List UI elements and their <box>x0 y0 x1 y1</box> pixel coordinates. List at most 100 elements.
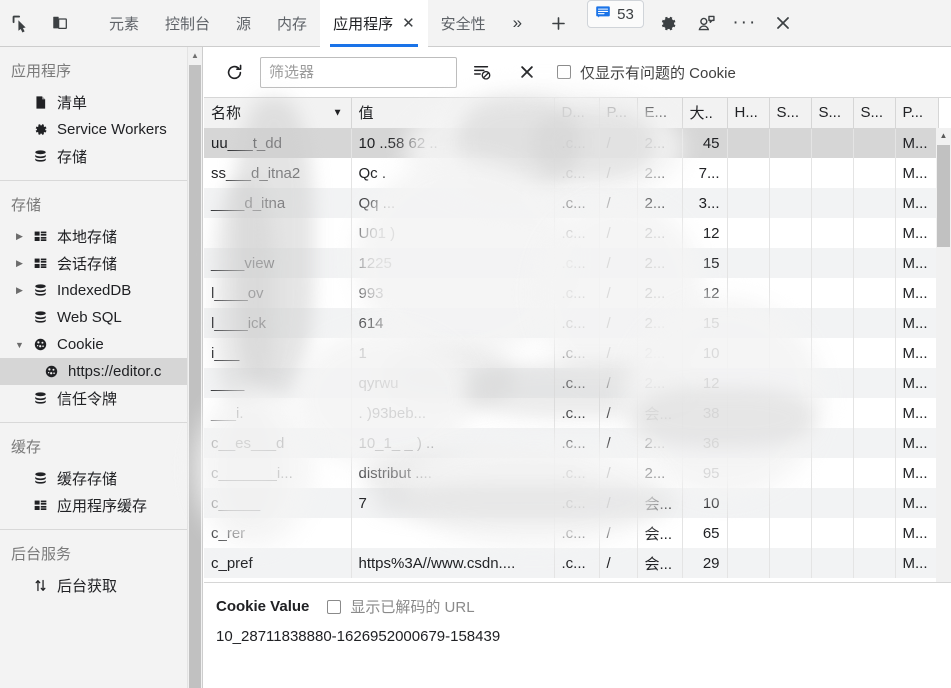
new-tab-button[interactable] <box>536 0 581 46</box>
cell-secure <box>769 278 812 308</box>
preview-header: Cookie Value 显示已解码的 URL <box>216 596 951 617</box>
cell-httponly <box>727 128 770 158</box>
close-devtools-icon[interactable] <box>764 14 802 32</box>
only-issues-checkbox-row[interactable]: 仅显示有问题的 Cookie <box>557 62 736 83</box>
column-header-value[interactable]: 值 <box>351 98 555 129</box>
cookies-table-container: 名称 ▼ 值 D... P... E... 大.. H... S... S... S... P... … <box>204 98 951 629</box>
show-decoded-url-row[interactable]: 显示已解码的 URL <box>327 596 475 617</box>
application-sidebar[interactable]: 应用程序 清单 Service Workers 存储 存储 ▶ 本地存储 ▶ 会话存储 ▶ Inde… <box>0 47 203 688</box>
sidebar-item-service-workers[interactable]: Service Workers <box>0 116 202 143</box>
sidebar-item-https-editor-c[interactable]: https://editor.c <box>0 358 202 385</box>
chevron-down-icon[interactable]: ▼ <box>11 340 28 350</box>
only-issues-checkbox[interactable] <box>557 65 571 79</box>
tab-application[interactable]: 应用程序 ✕ <box>320 0 428 47</box>
cell-sameparty <box>853 158 896 188</box>
column-header-httponly[interactable]: H... <box>727 98 770 129</box>
table-row[interactable]: c__es___d 10_1_ _ ) .. .c.../2... 36 M... <box>204 428 939 458</box>
sidebar-item-[interactable]: 清单 <box>0 89 202 116</box>
cell-name: ____d_itna <box>204 188 352 218</box>
table-row[interactable]: c_pref https%3A//www.csdn.... .c... / 会... 29… <box>204 548 939 578</box>
column-header-secure[interactable]: S... <box>769 98 812 129</box>
column-header-path[interactable]: P... <box>599 98 638 129</box>
sidebar-item-[interactable]: ▶ 会话存储 <box>0 250 202 277</box>
tab-elements[interactable]: 元素 <box>96 0 152 47</box>
column-header-priority[interactable]: P... <box>895 98 939 129</box>
more-options-icon[interactable]: ··· <box>726 13 764 33</box>
table-row[interactable]: uu___t_dd 10 ..58 62 .. .c.../2... 45 M... <box>204 128 939 158</box>
table-row[interactable]: ____ qyrwu .c.../2... 12 M... <box>204 368 939 398</box>
cell-httponly <box>727 248 770 278</box>
tab-label: 控制台 <box>165 16 211 33</box>
sidebar-item-indexeddb[interactable]: ▶ IndexedDB <box>0 277 202 304</box>
tab-security[interactable]: 安全性 <box>428 0 499 47</box>
chevron-right-icon[interactable]: ▶ <box>11 231 28 242</box>
clear-cookies-icon[interactable] <box>467 57 497 87</box>
feedback-icon[interactable] <box>688 14 726 33</box>
cell-path: / <box>599 338 638 368</box>
tab-memory[interactable]: 内存 <box>264 0 320 47</box>
more-tabs-icon[interactable]: » <box>499 0 536 46</box>
cell-value <box>351 518 555 548</box>
device-toolbar-icon[interactable] <box>40 0 80 46</box>
sidebar-item-[interactable]: 应用程序缓存 <box>0 492 202 519</box>
tab-sources[interactable]: 源 <box>223 0 264 47</box>
scroll-up-arrow[interactable]: ▲ <box>936 128 951 143</box>
cell-domain: .c... <box>554 488 600 518</box>
column-header-samesite[interactable]: S... <box>811 98 854 129</box>
cookies-panel: 仅显示有问题的 Cookie 名称 ▼ 值 D... P... E... 大.. H... S.… <box>204 47 951 688</box>
column-header-label: S... <box>818 104 842 122</box>
sidebar-scrollbar[interactable]: ▲ <box>187 47 202 688</box>
column-header-expires[interactable]: E... <box>637 98 683 129</box>
column-header-domain[interactable]: D... <box>554 98 600 129</box>
sidebar-item-[interactable]: 后台获取 <box>0 572 202 599</box>
sort-descending-icon[interactable]: ▼ <box>333 107 343 118</box>
column-header-sameparty[interactable]: S... <box>853 98 896 129</box>
cell-domain: .c... <box>554 428 600 458</box>
clear-filter-icon[interactable] <box>511 57 543 87</box>
cell-priority: M... <box>895 428 939 458</box>
filter-input[interactable] <box>260 56 457 88</box>
table-row[interactable]: l____ick 614 .c.../2... 15 M... <box>204 308 939 338</box>
message-count-badge[interactable]: 53 <box>587 0 644 28</box>
table-scrollbar[interactable]: ▲ ▼ <box>936 128 951 629</box>
tab-console[interactable]: 控制台 <box>152 0 223 47</box>
only-issues-label: 仅显示有问题的 Cookie <box>580 64 736 82</box>
table-row[interactable]: i___ 1 .c.../2... 10 M... <box>204 338 939 368</box>
table-row[interactable]: l____ov 993 .c.../2... 12 M... <box>204 278 939 308</box>
chevron-right-icon[interactable]: ▶ <box>11 285 28 296</box>
cell-priority: M... <box>895 458 939 488</box>
scroll-up-arrow[interactable]: ▲ <box>188 47 202 63</box>
sidebar-item-web-sql[interactable]: Web SQL <box>0 304 202 331</box>
chevron-right-icon[interactable]: ▶ <box>11 258 28 269</box>
table-row[interactable]: ___i.. )93beb... .c... / 会... 38 M... <box>204 398 939 428</box>
tab-close-icon[interactable]: ✕ <box>402 16 415 31</box>
cell-expires: 2... <box>637 248 683 278</box>
column-header-name[interactable]: 名称 ▼ <box>204 98 352 129</box>
table-row[interactable]: U01 ) .c.../2... 12 M... <box>204 218 939 248</box>
sidebar-item-cookie[interactable]: ▼ Cookie <box>0 331 202 358</box>
sidebar-scrollbar-thumb[interactable] <box>189 65 201 688</box>
inspect-element-icon[interactable] <box>0 0 40 46</box>
table-row[interactable]: ____d_itna Qq ... .c.../2... 3... M... <box>204 188 939 218</box>
sidebar-item-[interactable]: 信任令牌 <box>0 385 202 412</box>
sidebar-group-title: 缓存 <box>11 439 42 456</box>
show-decoded-checkbox[interactable] <box>327 599 342 614</box>
table-row[interactable]: ss___d_itna2 Qc . .c.../2... 7... M... <box>204 158 939 188</box>
table-row[interactable]: c_______i... distribut .... .c.../2... 95 M.… <box>204 458 939 488</box>
table-row[interactable]: c_____ 7 .c... / 会... 10 M... <box>204 488 939 518</box>
column-header-size[interactable]: 大.. <box>682 98 728 129</box>
cell-secure <box>769 398 812 428</box>
cell-value: 7 <box>351 488 555 518</box>
sidebar-item-[interactable]: ▶ 本地存储 <box>0 223 202 250</box>
sidebar-item-[interactable]: 缓存存储 <box>0 465 202 492</box>
tabbar-right-actions: ··· <box>650 0 802 46</box>
cell-path: / <box>599 548 638 578</box>
table-row[interactable]: ____view 1225 .c.../2... 15 M... <box>204 248 939 278</box>
refresh-icon[interactable] <box>219 57 249 87</box>
table-row[interactable]: c_rer .c... / 会... 65 M... <box>204 518 939 548</box>
table-scrollbar-thumb[interactable] <box>937 145 950 247</box>
sidebar-item-[interactable]: 存储 <box>0 143 202 170</box>
gear-icon[interactable] <box>650 14 688 33</box>
cell-samesite <box>811 128 854 158</box>
column-header-label: 值 <box>358 105 374 123</box>
